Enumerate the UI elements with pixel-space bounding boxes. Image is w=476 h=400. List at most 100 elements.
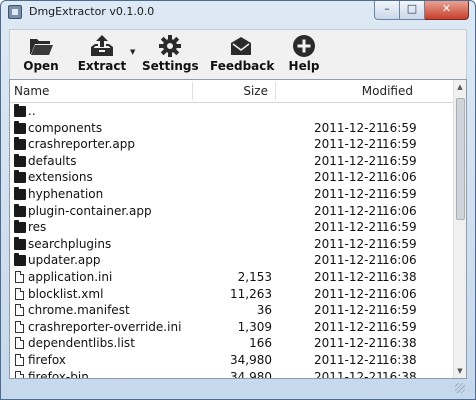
list-item[interactable]: blocklist.xml 11,263 2011-12-21 16:06 <box>10 286 456 303</box>
list-item[interactable]: crashreporter.app 2011-12-21 16:59 <box>10 136 456 153</box>
help-button[interactable]: Help <box>284 30 324 78</box>
scroll-thumb[interactable] <box>456 98 465 220</box>
item-date: 2011-12-21 <box>314 286 384 301</box>
item-time: 16:06 <box>382 286 417 301</box>
status-bar <box>9 379 467 393</box>
extract-button[interactable]: Extract <box>76 30 128 78</box>
window-controls: – □ ✕ <box>374 1 469 20</box>
extract-box-icon <box>91 35 113 56</box>
item-name: .. <box>28 104 36 118</box>
item-size: 36 <box>256 303 272 318</box>
item-date: 2011-12-21 <box>314 336 384 351</box>
list-item[interactable]: .. <box>10 103 456 120</box>
column-header-name[interactable]: Name <box>14 80 194 102</box>
open-button[interactable]: Open <box>20 30 62 78</box>
settings-button[interactable]: Settings <box>142 30 199 78</box>
list-item[interactable]: updater.app 2011-12-21 16:06 <box>10 252 456 269</box>
list-item[interactable]: crashreporter-override.ini 1,309 2011-12-2… <box>10 319 456 336</box>
item-name: searchplugins <box>28 236 112 251</box>
item-time: 16:59 <box>382 319 417 334</box>
app-window: DmgExtractor v0.1.0.0 – □ ✕ Open Extract… <box>0 0 476 400</box>
list-rows: .. components 2011-12-21 16:59 crashreport… <box>10 103 456 379</box>
folder-icon <box>14 120 26 134</box>
item-name: crashreporter.app <box>28 137 136 152</box>
folder-icon <box>14 170 26 184</box>
item-name: hyphenation <box>28 186 104 201</box>
item-name: chrome.manifest <box>28 303 130 318</box>
column-header-modified[interactable]: Modified <box>275 80 413 102</box>
item-date: 2011-12-21 <box>314 186 384 201</box>
window-title: DmgExtractor v0.1.0.0 <box>29 5 155 18</box>
item-date: 2011-12-21 <box>314 220 384 235</box>
help-label: Help <box>288 59 320 73</box>
item-name: dependentlibs.list <box>28 336 135 351</box>
item-date: 2011-12-21 <box>314 170 384 185</box>
column-header-size[interactable]: Size <box>192 80 272 102</box>
scroll-up-icon[interactable]: ▲ <box>454 80 466 94</box>
list-item[interactable]: extensions 2011-12-21 16:06 <box>10 169 456 186</box>
open-label: Open <box>23 59 59 73</box>
item-date: 2011-12-21 <box>314 120 384 135</box>
folder-icon <box>14 236 26 250</box>
item-date: 2011-12-21 <box>314 269 384 284</box>
maximize-button[interactable]: □ <box>400 1 425 20</box>
title-bar[interactable]: DmgExtractor v0.1.0.0 – □ ✕ <box>1 1 475 23</box>
feedback-button[interactable]: Feedback <box>210 30 274 78</box>
folder-icon <box>14 186 26 200</box>
scroll-down-icon[interactable]: ▼ <box>454 364 466 378</box>
list-item[interactable]: firefox 34,980 2011-12-21 16:38 <box>10 352 456 369</box>
file-icon <box>15 320 24 333</box>
file-icon <box>15 304 24 317</box>
item-name: firefox-bin <box>28 369 89 379</box>
item-time: 16:59 <box>382 186 417 201</box>
minimize-button[interactable]: – <box>374 1 400 20</box>
list-item[interactable]: hyphenation 2011-12-21 16:59 <box>10 186 456 203</box>
item-size: 2,153 <box>237 269 272 284</box>
item-size: 1,309 <box>237 319 272 334</box>
item-time: 16:59 <box>382 236 417 251</box>
item-name: components <box>28 120 103 135</box>
folder-icon <box>14 137 26 151</box>
extract-label: Extract <box>77 59 127 73</box>
item-time: 16:06 <box>382 170 417 185</box>
item-name: plugin-container.app <box>28 203 152 218</box>
item-size: 166 <box>249 336 272 351</box>
item-name: crashreporter-override.ini <box>28 319 182 334</box>
item-date: 2011-12-21 <box>314 153 384 168</box>
item-date: 2011-12-21 <box>314 369 384 379</box>
file-icon <box>15 287 24 300</box>
open-folder-icon <box>30 39 53 55</box>
item-date: 2011-12-21 <box>314 253 384 268</box>
folder-icon <box>14 253 26 267</box>
item-time: 16:38 <box>382 352 417 367</box>
list-item[interactable]: res 2011-12-21 16:59 <box>10 219 456 236</box>
folder-icon <box>14 153 26 167</box>
gear-icon <box>159 35 181 57</box>
item-name: extensions <box>28 170 93 185</box>
item-size: 34,980 <box>230 352 272 367</box>
vertical-scrollbar[interactable]: ▲ ▼ <box>453 80 466 378</box>
item-size: 11,263 <box>230 286 272 301</box>
item-name: res <box>28 220 47 235</box>
close-button[interactable]: ✕ <box>425 1 469 20</box>
list-item[interactable]: searchplugins 2011-12-21 16:59 <box>10 236 456 253</box>
list-header: Name Size Modified <box>10 80 456 103</box>
list-item[interactable]: plugin-container.app 2011-12-21 16:06 <box>10 203 456 220</box>
item-date: 2011-12-21 <box>314 303 384 318</box>
item-time: 16:38 <box>382 269 417 284</box>
extract-dropdown-icon[interactable]: ▼ <box>130 48 135 56</box>
resize-grip-icon[interactable] <box>455 383 465 393</box>
item-time: 16:38 <box>382 336 417 351</box>
item-name: defaults <box>28 153 77 168</box>
list-item[interactable]: defaults 2011-12-21 16:59 <box>10 153 456 170</box>
list-item[interactable]: firefox-bin 34,980 2011-12-21 16:38 <box>10 369 456 379</box>
list-item[interactable]: dependentlibs.list 166 2011-12-21 16:38 <box>10 335 456 352</box>
list-item[interactable]: application.ini 2,153 2011-12-21 16:38 <box>10 269 456 286</box>
folder-icon <box>14 220 26 234</box>
file-list[interactable]: Name Size Modified .. components 2011-12-… <box>9 79 467 379</box>
item-date: 2011-12-21 <box>314 236 384 251</box>
item-size: 34,980 <box>230 369 272 379</box>
file-icon <box>15 337 24 350</box>
list-item[interactable]: chrome.manifest 36 2011-12-21 16:59 <box>10 302 456 319</box>
list-item[interactable]: components 2011-12-21 16:59 <box>10 120 456 137</box>
